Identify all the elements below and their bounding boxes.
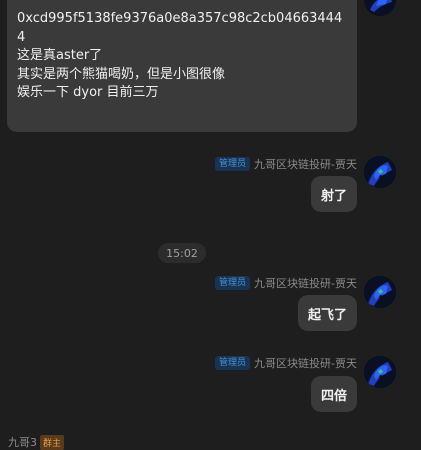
message-text-line: 娱乐一下 dyor 目前三万 — [17, 85, 159, 101]
message-sender-meta: 管理员 九哥区块链投研-贾天 — [215, 274, 357, 292]
avatar[interactable] — [364, 156, 396, 188]
message-text-line: 4 — [17, 29, 26, 45]
avatar-image — [364, 356, 396, 388]
timestamp-divider: 15:02 — [158, 243, 206, 263]
message-text-line: 这是真aster了 — [17, 48, 103, 64]
message-text: 射了 — [320, 188, 347, 204]
owner-badge: 群主 — [40, 434, 65, 450]
sender-name[interactable]: 九哥区块链投研-贾天 — [254, 275, 357, 291]
sender-name[interactable]: 九哥区块链投研-贾天 — [254, 355, 357, 371]
avatar[interactable] — [364, 276, 396, 308]
admin-badge: 管理员 — [215, 356, 251, 370]
avatar-image — [364, 156, 396, 188]
admin-badge: 管理员 — [215, 157, 251, 171]
next-message-sender-meta: 九哥3 群主 — [8, 434, 65, 450]
sender-name[interactable]: 九哥3 — [8, 434, 37, 450]
message-text: 起飞了 — [307, 307, 347, 323]
message-bubble[interactable]: 四倍 — [310, 376, 357, 412]
admin-badge: 管理员 — [215, 276, 251, 290]
avatar[interactable] — [364, 356, 396, 388]
message-bubble[interactable]: 起飞了 — [297, 295, 357, 331]
message-sender-meta: 管理员 九哥区块链投研-贾天 — [215, 155, 357, 173]
message-sender-meta: 管理员 九哥区块链投研-贾天 — [215, 354, 357, 372]
message-bubble[interactable]: 射了 — [310, 176, 357, 212]
avatar-image — [364, 0, 396, 16]
sender-name[interactable]: 九哥区块链投研-贾天 — [254, 156, 357, 172]
message-bubble[interactable]: 0xcd995f5138fe9376a0e8a357c98c2cb0466344… — [7, 0, 357, 132]
message-text-line: 0xcd995f5138fe9376a0e8a357c98c2cb0466344… — [17, 11, 343, 26]
message-text-line: 其实是两个熊猫喝奶，但是小图很像 — [17, 66, 226, 82]
avatar[interactable] — [364, 0, 396, 16]
message-text: 四倍 — [320, 388, 347, 404]
avatar-image — [364, 276, 396, 308]
